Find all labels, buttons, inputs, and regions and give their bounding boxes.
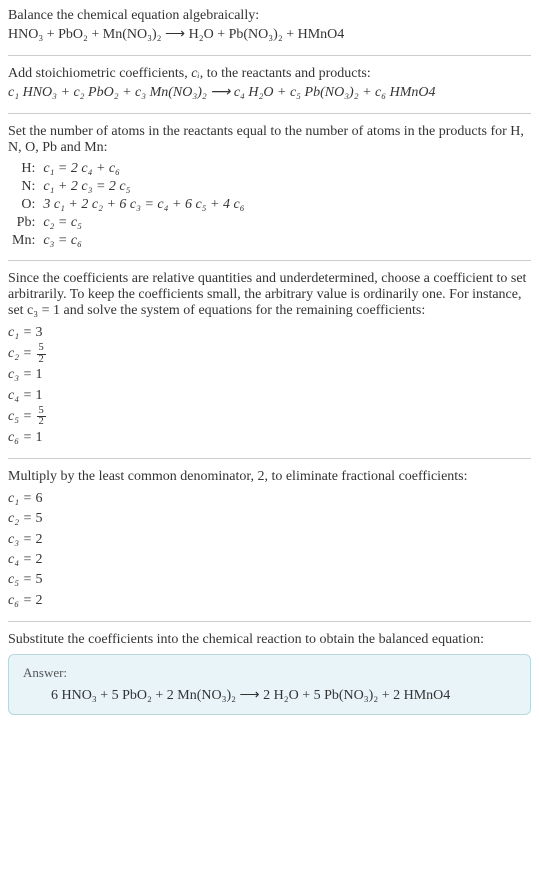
balance-intro-text: Balance the chemical equation algebraica… <box>8 8 531 24</box>
add-coeffs-text: Add stoichiometric coefficients, cᵢ, to … <box>8 66 531 82</box>
coeff-rhs: 5 <box>36 509 43 529</box>
coeff-rhs: 2 <box>36 530 43 550</box>
coeff-row: c₂ = 5 <box>8 509 531 529</box>
coeff-row: c₅ = 52 <box>8 406 531 428</box>
answer-box: Answer: 6 HNO₃ + 5 PbO₂ + 2 Mn(NO₃)₂ ⟶ 2… <box>8 654 531 715</box>
multiply-intro: Multiply by the least common denominator… <box>8 469 531 485</box>
answer-label: Answer: <box>23 665 516 681</box>
text-part: Add stoichiometric coefficients, <box>8 66 191 81</box>
fraction: 52 <box>37 343 46 365</box>
coeff-lhs: c₄ = <box>8 550 32 570</box>
divider <box>8 260 531 261</box>
section-substitute: Substitute the coefficients into the che… <box>8 632 531 715</box>
coeff-lhs: c₆ = <box>8 591 32 611</box>
balanced-equation: 6 HNO₃ + 5 PbO₂ + 2 Mn(NO₃)₂ ⟶ 2 H₂O + 5… <box>23 687 516 704</box>
divider <box>8 55 531 56</box>
coeff-row: c₁ = 3 <box>8 323 531 343</box>
section-solve-first: Since the coefficients are relative quan… <box>8 271 531 448</box>
coeff-lhs: c₅ = <box>8 570 32 590</box>
frac-den: 2 <box>37 355 46 366</box>
coeff-row: c₄ = 2 <box>8 550 531 570</box>
atom-eq: c₁ = 2 c₄ + c₆ <box>39 160 248 178</box>
atom-label: Pb: <box>8 214 39 232</box>
coeff-lhs: c₁ = <box>8 323 32 343</box>
atom-eq: c₂ = c₅ <box>39 214 248 232</box>
coeff-lhs: c₅ = <box>8 407 32 427</box>
substitute-intro: Substitute the coefficients into the che… <box>8 632 531 648</box>
frac-den: 2 <box>37 417 46 428</box>
coeff-lhs: c₁ = <box>8 489 32 509</box>
section-add-coeffs: Add stoichiometric coefficients, cᵢ, to … <box>8 66 531 103</box>
atom-row: Pb:c₂ = c₅ <box>8 214 249 232</box>
coeff-lhs: c₂ = <box>8 509 32 529</box>
atom-eq: 3 c₁ + 2 c₂ + 6 c₃ = c₄ + 6 c₅ + 4 c₆ <box>39 196 248 214</box>
coeff-row: c₆ = 1 <box>8 428 531 448</box>
coeff-rhs: 2 <box>36 550 43 570</box>
atom-label: Mn: <box>8 232 39 250</box>
divider <box>8 458 531 459</box>
solve-intro: Since the coefficients are relative quan… <box>8 271 531 319</box>
unbalanced-equation: HNO₃ + PbO₂ + Mn(NO₃)₂ ⟶ H₂O + Pb(NO₃)₂ … <box>8 24 531 45</box>
coeff-rhs: 1 <box>36 365 43 385</box>
coeff-list: c₁ = 6 c₂ = 5 c₃ = 2 c₄ = 2 c₅ = 5 c₆ = … <box>8 489 531 611</box>
section-balance-intro: Balance the chemical equation algebraica… <box>8 8 531 45</box>
atom-eq-intro: Set the number of atoms in the reactants… <box>8 124 531 156</box>
coeff-rhs: 5 <box>36 570 43 590</box>
coeff-rhs: 1 <box>36 428 43 448</box>
atom-label: O: <box>8 196 39 214</box>
coeff-rhs: 3 <box>36 323 43 343</box>
atom-label: N: <box>8 178 39 196</box>
atom-eq: c₁ + 2 c₃ = 2 c₅ <box>39 178 248 196</box>
divider <box>8 113 531 114</box>
section-atom-equations: Set the number of atoms in the reactants… <box>8 124 531 250</box>
atom-eq: c₃ = c₆ <box>39 232 248 250</box>
stoich-equation: c₁ HNO₃ + c₂ PbO₂ + c₃ Mn(NO₃)₂ ⟶ c₄ H₂O… <box>8 82 531 103</box>
coeff-row: c₃ = 1 <box>8 365 531 385</box>
coeff-list: c₁ = 3 c₂ = 52 c₃ = 1 c₄ = 1 c₅ = 52 c₆ … <box>8 323 531 448</box>
atom-row: H:c₁ = 2 c₄ + c₆ <box>8 160 249 178</box>
atom-row: O:3 c₁ + 2 c₂ + 6 c₃ = c₄ + 6 c₅ + 4 c₆ <box>8 196 249 214</box>
coeff-rhs: 2 <box>36 591 43 611</box>
divider <box>8 621 531 622</box>
coeff-row: c₅ = 5 <box>8 570 531 590</box>
coeff-row: c₆ = 2 <box>8 591 531 611</box>
coeff-lhs: c₃ = <box>8 365 32 385</box>
atom-row: Mn:c₃ = c₆ <box>8 232 249 250</box>
coeff-row: c₄ = 1 <box>8 386 531 406</box>
text-part: , to the reactants and products: <box>200 66 371 81</box>
atom-equations-table: H:c₁ = 2 c₄ + c₆ N:c₁ + 2 c₃ = 2 c₅ O:3 … <box>8 160 249 250</box>
coeff-row: c₃ = 2 <box>8 530 531 550</box>
coeff-lhs: c₂ = <box>8 344 32 364</box>
coeff-rhs: 1 <box>36 386 43 406</box>
coeff-lhs: c₃ = <box>8 530 32 550</box>
section-multiply: Multiply by the least common denominator… <box>8 469 531 611</box>
coeff-row: c₁ = 6 <box>8 489 531 509</box>
coeff-row: c₂ = 52 <box>8 343 531 365</box>
atom-label: H: <box>8 160 39 178</box>
atom-row: N:c₁ + 2 c₃ = 2 c₅ <box>8 178 249 196</box>
coeff-lhs: c₆ = <box>8 428 32 448</box>
coeff-rhs: 6 <box>36 489 43 509</box>
ci-symbol: cᵢ <box>191 66 199 81</box>
fraction: 52 <box>37 406 46 428</box>
coeff-lhs: c₄ = <box>8 386 32 406</box>
